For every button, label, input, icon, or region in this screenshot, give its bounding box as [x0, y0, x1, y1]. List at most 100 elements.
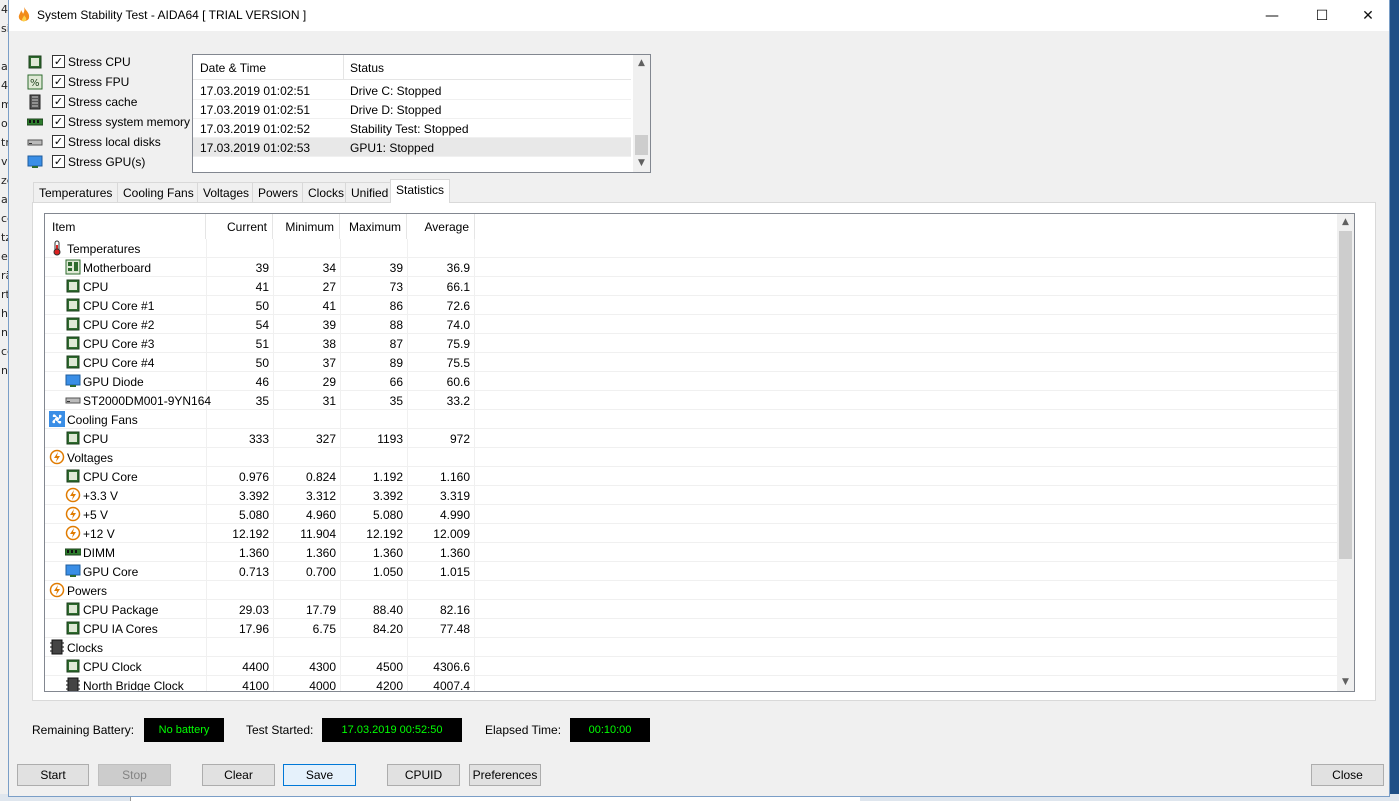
table-row[interactable]: +3.3 V 3.392 3.312 3.392 3.319 [45, 486, 1337, 505]
log-row[interactable]: 17.03.2019 01:02:53 GPU1: Stopped [193, 138, 631, 157]
log-scroll-thumb[interactable] [635, 135, 648, 155]
stats-avg-value: 4007.4 [433, 679, 470, 692]
table-row[interactable]: CPU Core #4 50 37 89 75.5 [45, 353, 1337, 372]
log-col-datetime[interactable]: Date & Time [200, 61, 266, 75]
stats-avg-value: 74.0 [446, 318, 470, 332]
stats-group-row[interactable]: Clocks [45, 638, 1337, 657]
table-row[interactable]: Motherboard 39 34 39 36.9 [45, 258, 1337, 277]
battery-display: No battery [144, 718, 224, 742]
stress-checkbox[interactable]: ✓ [52, 155, 65, 168]
disk-icon [27, 134, 43, 150]
stats-group-row[interactable]: Temperatures [45, 239, 1337, 258]
tab-cooling-fans[interactable]: Cooling Fans [117, 182, 198, 202]
stress-option[interactable]: ✓ Stress local disks [27, 133, 197, 153]
table-row[interactable]: GPU Diode 46 29 66 60.6 [45, 372, 1337, 391]
stress-option[interactable]: ✓ Stress system memory [26, 113, 197, 133]
stats-avg-value: 972 [449, 432, 470, 446]
title-bar[interactable]: System Stability Test - AIDA64 [ TRIAL V… [9, 0, 1389, 31]
aida64-flame-icon [18, 7, 30, 22]
stress-option[interactable]: ✓ Stress GPU(s) [27, 153, 197, 173]
stats-cur-value: 5.080 [238, 508, 269, 522]
stats-group-row[interactable]: Cooling Fans [45, 410, 1337, 429]
stats-item-name: GPU Diode [83, 375, 144, 389]
table-row[interactable]: CPU Core 0.976 0.824 1.192 1.160 [45, 467, 1337, 486]
stats-max-value: 35 [389, 394, 403, 408]
stress-option[interactable]: % ✓ Stress FPU [27, 73, 197, 93]
stress-checkbox[interactable]: ✓ [52, 95, 65, 108]
stress-checkbox[interactable]: ✓ [52, 75, 65, 88]
stats-item-name: Clocks [67, 641, 104, 655]
scroll-down-icon[interactable]: ▼ [633, 155, 650, 172]
table-row[interactable]: CPU Core #1 50 41 86 72.6 [45, 296, 1337, 315]
stats-max-value: 1.050 [372, 565, 403, 579]
log-scrollbar[interactable]: ▲ ▼ [633, 55, 650, 172]
stress-option[interactable]: ✓ Stress CPU [27, 53, 197, 73]
log-datetime: 17.03.2019 01:02:53 [200, 141, 311, 155]
table-row[interactable]: CPU IA Cores 17.96 6.75 84.20 77.48 [45, 619, 1337, 638]
stats-avg-value: 4306.6 [433, 660, 470, 674]
table-row[interactable]: North Bridge Clock 4100 4000 4200 4007.4 [45, 676, 1337, 692]
stop-button[interactable]: Stop [98, 764, 171, 786]
tab-powers[interactable]: Powers [252, 182, 303, 202]
stats-group-row[interactable]: Powers [45, 581, 1337, 600]
stats-min-value: 31 [322, 394, 336, 408]
tab-voltages[interactable]: Voltages [197, 182, 253, 202]
clock-chip-icon [49, 639, 65, 655]
cpuid-button[interactable]: CPUID [387, 764, 460, 786]
log-row[interactable]: 17.03.2019 01:02:51 Drive D: Stopped [193, 100, 631, 119]
tab-statistics[interactable]: Statistics [390, 179, 450, 203]
col-header-current[interactable]: Current [206, 214, 273, 239]
preferences-button[interactable]: Preferences [469, 764, 541, 786]
close-button[interactable]: Close [1311, 764, 1384, 786]
table-row[interactable]: CPU 41 27 73 66.1 [45, 277, 1337, 296]
table-row[interactable]: CPU Clock 4400 4300 4500 4306.6 [45, 657, 1337, 676]
tab-temperatures[interactable]: Temperatures [33, 182, 118, 202]
stats-max-value: 12.192 [366, 527, 403, 541]
stats-min-value: 29 [322, 375, 336, 389]
table-row[interactable]: GPU Core 0.713 0.700 1.050 1.015 [45, 562, 1337, 581]
start-button[interactable]: Start [17, 764, 89, 786]
stats-cur-value: 3.392 [238, 489, 269, 503]
stress-option[interactable]: ✓ Stress cache [27, 93, 197, 113]
log-row[interactable]: 17.03.2019 01:02:52 Stability Test: Stopp… [193, 119, 631, 138]
cpu-chip-icon [65, 297, 81, 313]
minimize-button[interactable]: — [1249, 0, 1295, 31]
stats-scroll-thumb[interactable] [1339, 231, 1352, 559]
stats-max-value: 5.080 [372, 508, 403, 522]
col-header-maximum[interactable]: Maximum [340, 214, 407, 239]
cpu-chip-icon [65, 468, 81, 484]
stress-checkbox[interactable]: ✓ [52, 135, 65, 148]
tab-unified[interactable]: Unified [345, 182, 391, 202]
event-log-list[interactable]: Date & Time Status 17.03.2019 01:02:51 Dr… [192, 54, 651, 173]
stats-avg-value: 3.319 [439, 489, 470, 503]
stats-scrollbar[interactable]: ▲ ▼ [1337, 214, 1354, 691]
tab-clocks[interactable]: Clocks [302, 182, 346, 202]
table-row[interactable]: DIMM 1.360 1.360 1.360 1.360 [45, 543, 1337, 562]
close-window-button[interactable]: ✕ [1345, 0, 1391, 31]
log-row[interactable]: 17.03.2019 01:02:51 Drive C: Stopped [193, 81, 631, 100]
statistics-table[interactable]: Item Current Minimum Maximum Average Tem… [44, 213, 1355, 692]
table-row[interactable]: +5 V 5.080 4.960 5.080 4.990 [45, 505, 1337, 524]
table-row[interactable]: +12 V 12.192 11.904 12.192 12.009 [45, 524, 1337, 543]
table-row[interactable]: ST2000DM001-9YN164 35 31 35 33.2 [45, 391, 1337, 410]
table-row[interactable]: CPU Core #3 51 38 87 75.9 [45, 334, 1337, 353]
stress-checkbox[interactable]: ✓ [52, 115, 65, 128]
col-header-average[interactable]: Average [407, 214, 475, 239]
battery-label: Remaining Battery: [32, 723, 135, 737]
stats-group-row[interactable]: Voltages [45, 448, 1337, 467]
table-row[interactable]: CPU Core #2 54 39 88 74.0 [45, 315, 1337, 334]
log-header: Date & Time Status [193, 55, 631, 80]
maximize-button[interactable]: ☐ [1299, 0, 1345, 31]
scroll-down-icon[interactable]: ▼ [1337, 674, 1354, 691]
col-header-minimum[interactable]: Minimum [273, 214, 340, 239]
scroll-up-icon[interactable]: ▲ [1337, 214, 1354, 231]
table-row[interactable]: CPU Package 29.03 17.79 88.40 82.16 [45, 600, 1337, 619]
stats-item-name: CPU Core #3 [83, 337, 155, 351]
save-button[interactable]: Save [283, 764, 356, 786]
col-header-item[interactable]: Item [45, 214, 206, 239]
clear-button[interactable]: Clear [202, 764, 275, 786]
table-row[interactable]: CPU 333 327 1193 972 [45, 429, 1337, 448]
scroll-up-icon[interactable]: ▲ [633, 55, 650, 72]
log-col-status[interactable]: Status [350, 61, 384, 75]
stress-checkbox[interactable]: ✓ [52, 55, 65, 68]
